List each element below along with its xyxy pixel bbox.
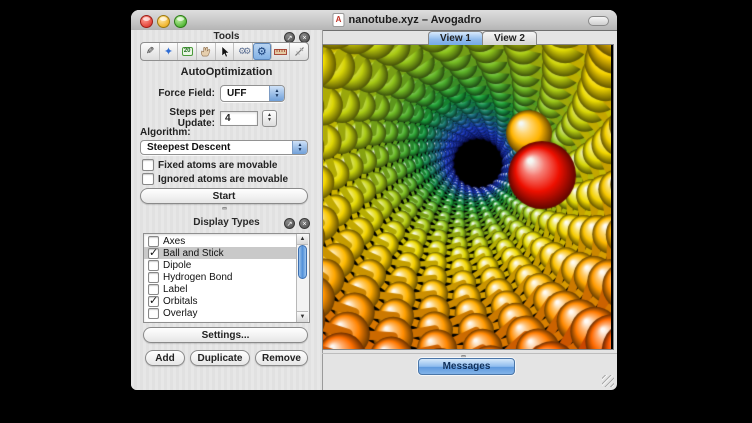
bond-centric-tool-button[interactable]: 20 (178, 43, 197, 60)
view-tabbar: View 1 View 2 (428, 31, 536, 45)
toolbar-toggle-button[interactable] (588, 16, 609, 26)
gears-icon: ⚙⚙ (238, 46, 248, 57)
splitter-handle[interactable] (222, 207, 227, 210)
desktop: A nanotube.xyz – Avogadro Tools ↗ × ✎ ✦ … (0, 0, 752, 423)
hydrogen-bond-checkbox[interactable] (148, 272, 159, 283)
remove-button[interactable]: Remove (255, 350, 308, 366)
resize-grip-icon[interactable] (602, 375, 614, 387)
display-types-list: Axes Ball and Stick Dipole Hydrogen Bond… (143, 233, 310, 323)
list-item-label[interactable]: Label (144, 283, 297, 295)
cursor-icon (219, 46, 230, 58)
ignored-atoms-checkbox[interactable] (142, 173, 154, 185)
force-field-popup[interactable]: UFF (220, 85, 285, 102)
gl-viewport[interactable] (322, 44, 614, 350)
ruler-icon (274, 48, 287, 56)
display-types-header: Display Types ↗ × (131, 216, 322, 231)
document-icon: A (332, 13, 344, 27)
ignored-atoms-checkbox-row[interactable]: Ignored atoms are movable (142, 173, 288, 185)
list-item-dipole[interactable]: Dipole (144, 259, 297, 271)
selection-tool-button[interactable] (216, 43, 235, 60)
start-button[interactable]: Start (140, 188, 308, 204)
list-item-overlay[interactable]: Overlay (144, 307, 297, 319)
messages-button[interactable]: Messages (418, 358, 515, 375)
nanotube-render[interactable] (323, 45, 611, 349)
list-item-orbitals[interactable]: Orbitals (144, 295, 297, 307)
zoom-window-button[interactable] (174, 15, 187, 28)
window-title: A nanotube.xyz – Avogadro (332, 13, 481, 27)
steps-per-update-label: Steps per Update: (131, 107, 215, 129)
align-axis-icon (294, 46, 305, 57)
auto-rotate-tool-button[interactable]: ⚙⚙ (234, 43, 253, 60)
left-dock: Tools ↗ × ✎ ✦ 20 ⚙⚙ ⚙ (131, 30, 323, 390)
orbitals-checkbox[interactable] (148, 296, 159, 307)
force-field-label: Force Field: (131, 88, 215, 99)
scrollbar-thumb[interactable] (298, 245, 307, 279)
steps-per-update-field[interactable]: 4 (220, 111, 258, 126)
list-scrollbar[interactable]: ▲ ▼ (296, 234, 309, 322)
manipulate-tool-button[interactable] (197, 43, 216, 60)
horizontal-splitter[interactable] (322, 353, 617, 354)
dipole-checkbox[interactable] (148, 260, 159, 271)
list-item-axes[interactable]: Axes (144, 235, 297, 247)
algorithm-label: Algorithm: (140, 127, 191, 138)
bond-angle-icon: 20 (182, 47, 193, 56)
tab-view-2[interactable]: View 2 (482, 31, 537, 45)
scroll-down-icon[interactable]: ▼ (297, 311, 308, 322)
add-button[interactable]: Add (145, 350, 185, 366)
tab-view-1[interactable]: View 1 (428, 31, 483, 45)
tool-toolbar: ✎ ✦ 20 ⚙⚙ ⚙ (140, 42, 309, 61)
align-tool-button[interactable] (290, 43, 308, 60)
fixed-atoms-checkbox[interactable] (142, 159, 154, 171)
fixed-atoms-checkbox-row[interactable]: Fixed atoms are movable (142, 159, 278, 171)
close-window-button[interactable] (140, 15, 153, 28)
float-panel-icon[interactable]: ↗ (284, 218, 295, 229)
popup-arrows-icon (292, 141, 307, 154)
popup-arrows-icon (269, 86, 284, 101)
settings-button[interactable]: Settings... (143, 327, 308, 343)
fixed-atoms-label: Fixed atoms are movable (158, 160, 278, 171)
close-panel-icon[interactable]: × (299, 218, 310, 229)
overlay-checkbox[interactable] (148, 308, 159, 319)
auto-optimize-tool-button[interactable]: ⚙ (253, 43, 272, 60)
duplicate-button[interactable]: Duplicate (190, 350, 250, 366)
navigate-tool-button[interactable]: ✦ (160, 43, 179, 60)
avogadro-window: A nanotube.xyz – Avogadro Tools ↗ × ✎ ✦ … (131, 10, 617, 390)
steps-stepper[interactable] (262, 110, 277, 127)
list-item-ball-and-stick[interactable]: Ball and Stick (144, 247, 297, 259)
titlebar[interactable]: A nanotube.xyz – Avogadro (131, 10, 617, 31)
minimize-window-button[interactable] (157, 15, 170, 28)
pencil-icon: ✎ (146, 46, 154, 57)
hand-icon (200, 46, 211, 57)
algorithm-popup[interactable]: Steepest Descent (140, 140, 308, 155)
gear-icon: ⚙ (257, 45, 267, 58)
autoopt-title: AutoOptimization (131, 66, 322, 78)
ball-and-stick-checkbox[interactable] (148, 248, 159, 259)
navigate-star-icon: ✦ (164, 45, 173, 58)
draw-tool-button[interactable]: ✎ (141, 43, 160, 60)
ignored-atoms-label: Ignored atoms are movable (158, 174, 288, 185)
scroll-up-icon[interactable]: ▲ (297, 234, 308, 245)
measure-tool-button[interactable] (272, 43, 291, 60)
list-item-hydrogen-bond[interactable]: Hydrogen Bond (144, 271, 297, 283)
